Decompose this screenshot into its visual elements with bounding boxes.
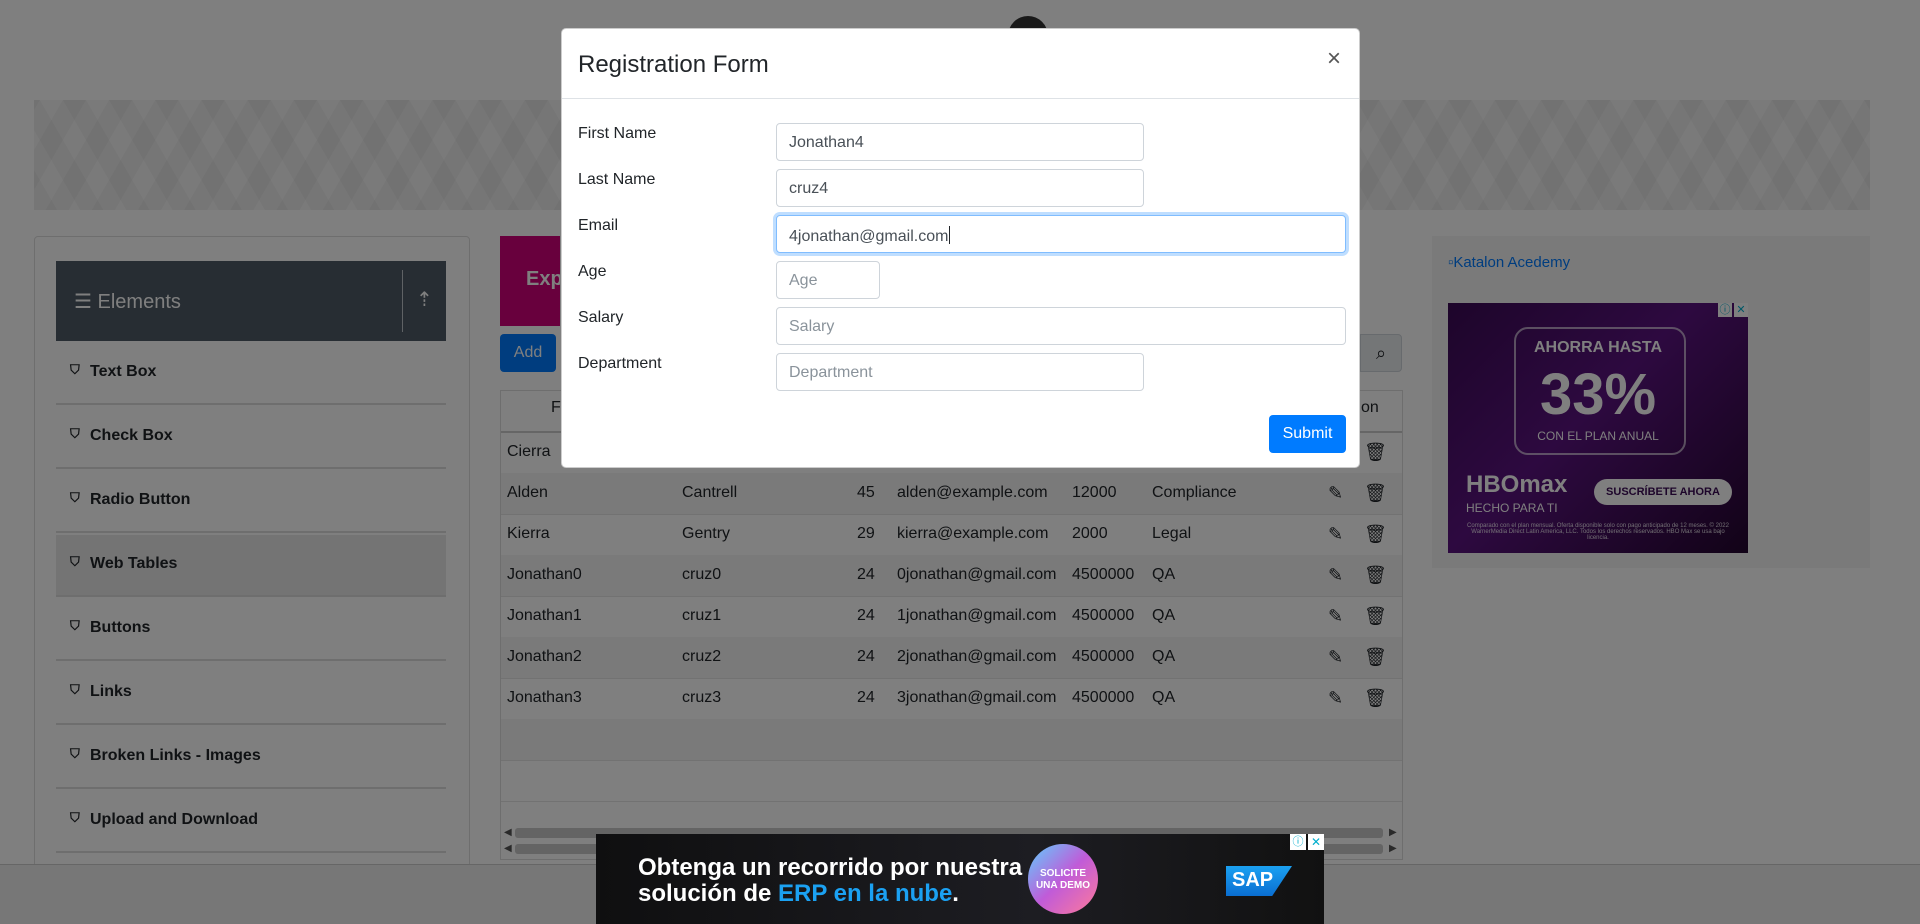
salary-placeholder: Salary <box>789 318 835 335</box>
first-name-label: First Name <box>578 125 657 142</box>
ad-text: solución de <box>638 880 779 907</box>
ad-info-icon[interactable]: ⓘ <box>1290 834 1306 850</box>
ad-highlight: ERP en la nube <box>778 880 953 907</box>
ad-text: . <box>952 880 959 907</box>
age-input[interactable]: Age <box>776 261 880 299</box>
sap-ad[interactable]: Obtenga un recorrido por nuestra solució… <box>596 834 1324 924</box>
first-name-value: Jonathan4 <box>789 134 864 151</box>
first-name-input[interactable]: Jonathan4 <box>776 123 1144 161</box>
sap-logo: SAP <box>1226 866 1292 896</box>
modal-title: Registration Form <box>578 51 769 78</box>
email-label: Email <box>578 217 619 234</box>
last-name-value: cruz4 <box>789 180 829 197</box>
modal-header: Registration Form × <box>562 29 1359 99</box>
ad-demo-button[interactable]: SOLICITE UNA DEMO <box>1028 844 1098 914</box>
department-label: Department <box>578 355 662 372</box>
ad-headline: Obtenga un recorrido por nuestra <box>638 854 1023 881</box>
last-name-input[interactable]: cruz4 <box>776 169 1144 207</box>
last-name-label: Last Name <box>578 171 656 188</box>
salary-input[interactable]: Salary <box>776 307 1346 345</box>
text-caret <box>949 226 951 244</box>
email-input[interactable]: 4jonathan@gmail.com <box>776 215 1346 253</box>
salary-label: Salary <box>578 309 624 326</box>
registration-modal: Registration Form × First Name Jonathan4… <box>561 28 1360 468</box>
submit-button[interactable]: Submit <box>1269 415 1346 453</box>
department-placeholder: Department <box>789 364 873 381</box>
email-value: 4jonathan@gmail.com <box>789 228 949 245</box>
age-placeholder: Age <box>789 272 818 289</box>
close-icon[interactable]: × <box>1327 47 1341 71</box>
ad-headline-2: solución de ERP en la nube. <box>638 880 959 908</box>
age-label: Age <box>578 263 607 280</box>
department-input[interactable]: Department <box>776 353 1144 391</box>
ad-close-icon[interactable]: ✕ <box>1308 834 1324 850</box>
